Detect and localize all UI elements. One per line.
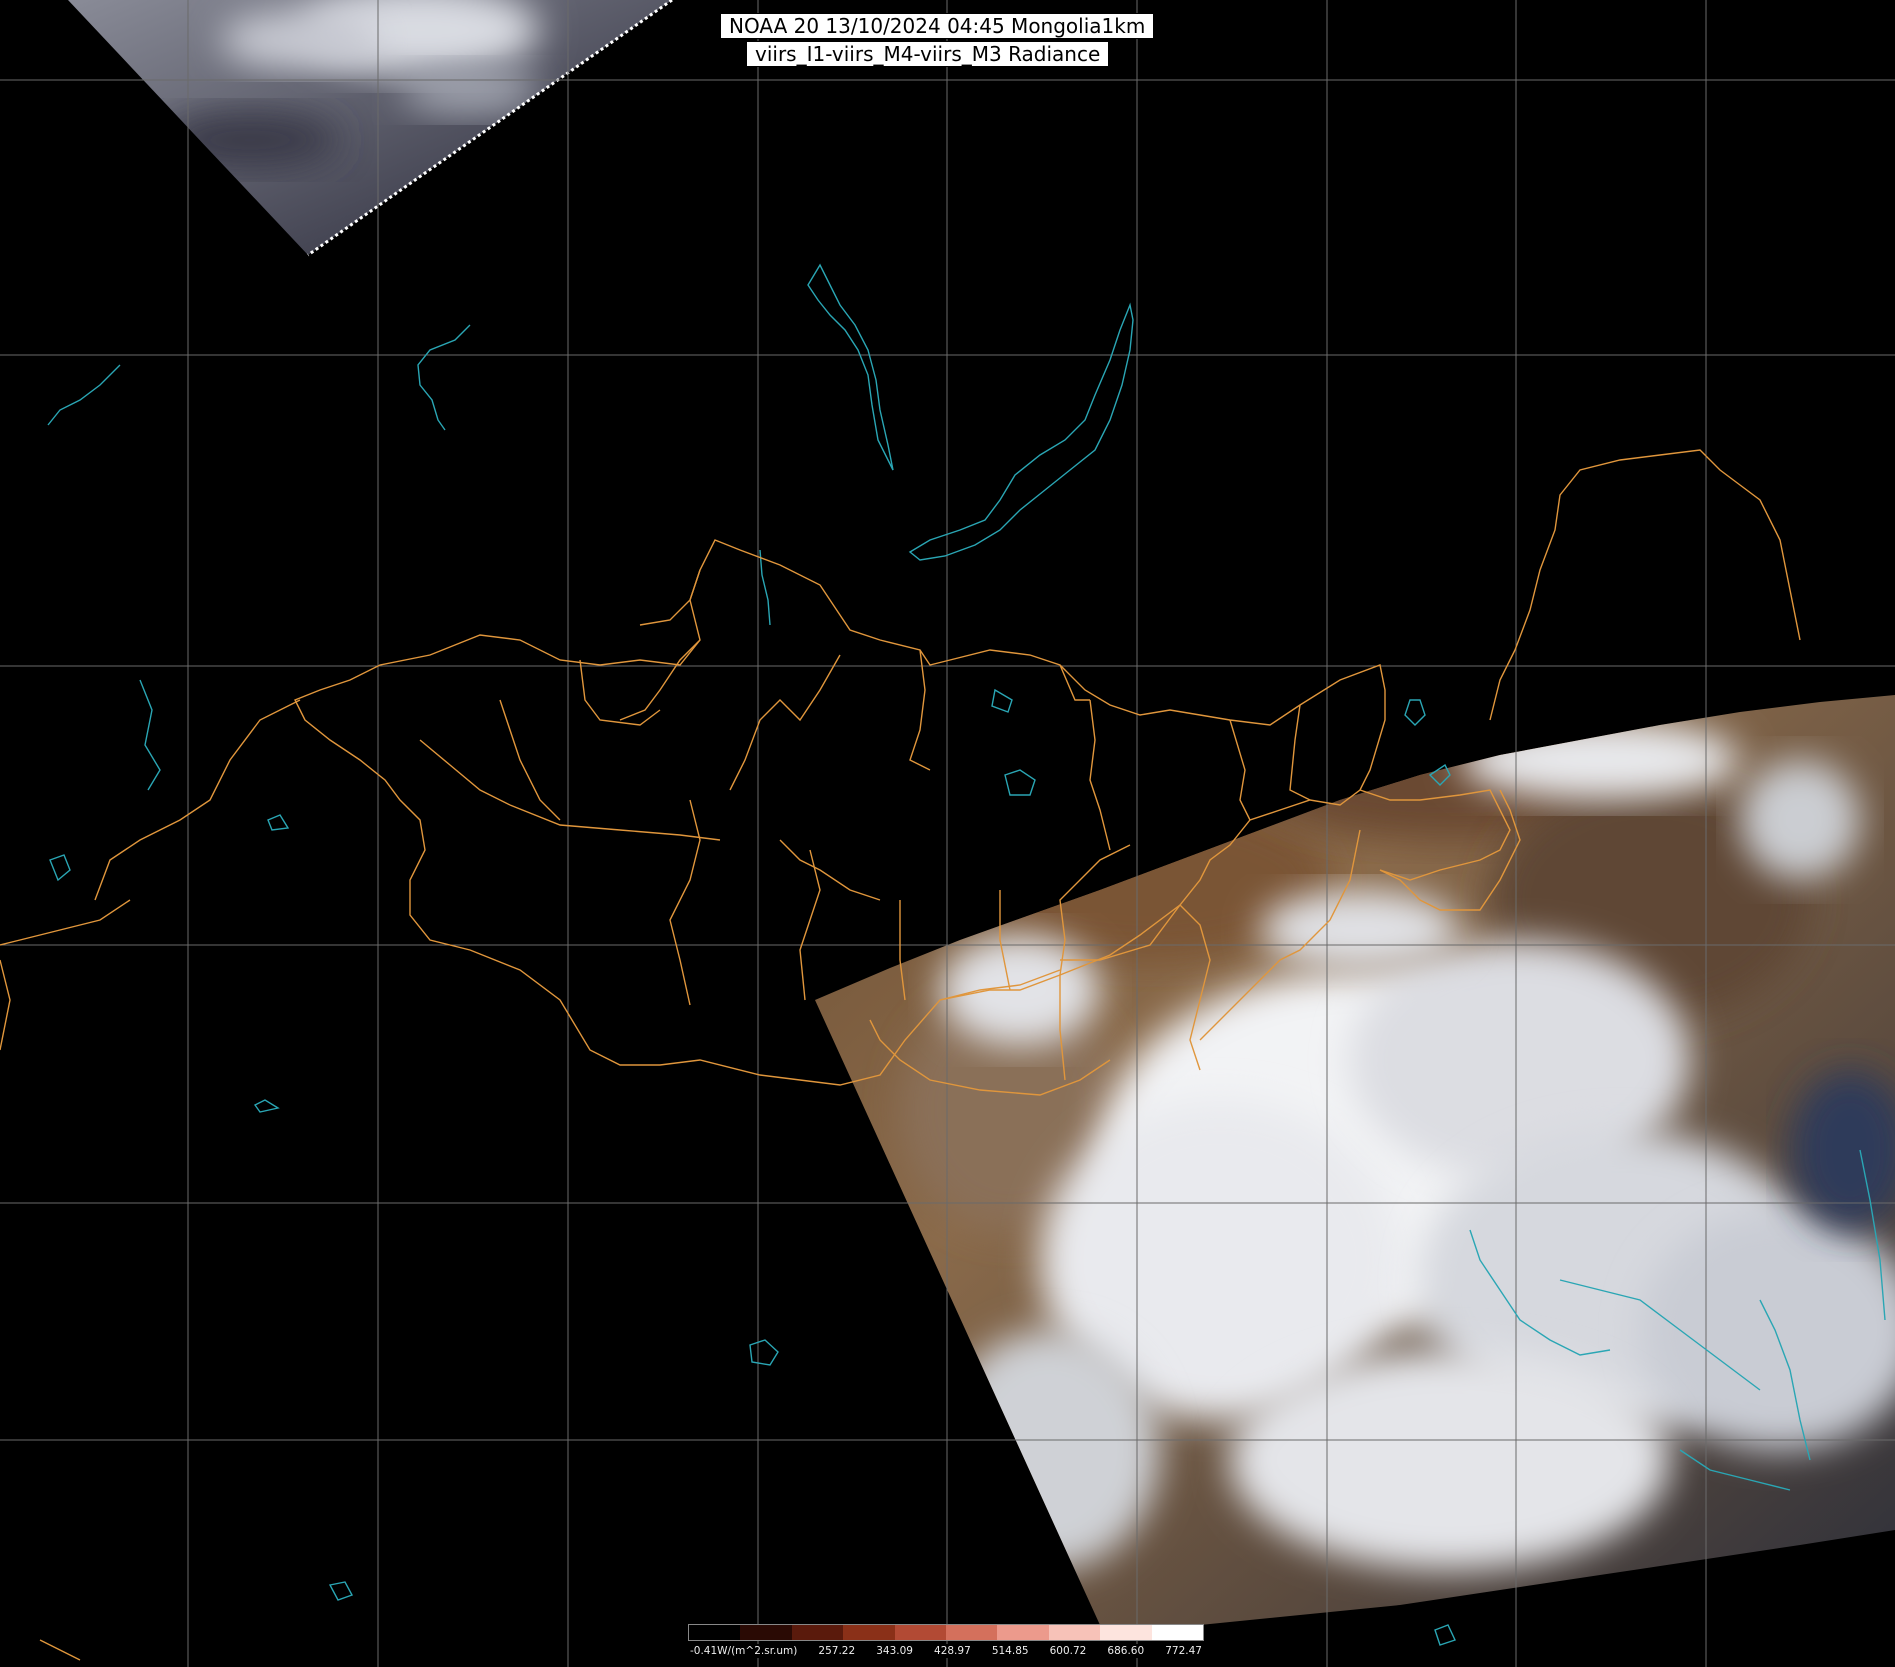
title-line-2: viirs_I1-viirs_M4-viirs_M3 Radiance — [746, 41, 1110, 67]
legend-label: 772.47 — [1165, 1645, 1202, 1657]
legend-swatch — [1100, 1625, 1152, 1640]
top-swath — [68, 0, 672, 255]
legend-swatch — [1048, 1625, 1101, 1640]
legend-label: -0.41W/(m^2.sr.um) — [690, 1645, 798, 1657]
legend-swatch — [997, 1625, 1049, 1640]
legend-labels: -0.41W/(m^2.sr.um) 257.22 343.09 428.97 … — [688, 1644, 1204, 1658]
legend-label: 257.22 — [818, 1645, 856, 1657]
legend-swatch — [689, 1625, 741, 1640]
legend-swatch — [894, 1625, 947, 1640]
legend-color-bar — [688, 1624, 1204, 1641]
legend-label: 686.60 — [1107, 1645, 1145, 1657]
legend-label: 514.85 — [991, 1645, 1029, 1657]
color-legend: -0.41W/(m^2.sr.um) 257.22 343.09 428.97 … — [688, 1624, 1204, 1667]
legend-label: 600.72 — [1049, 1645, 1087, 1657]
legend-swatch — [791, 1625, 844, 1640]
legend-swatch — [946, 1625, 998, 1640]
legend-swatch — [740, 1625, 792, 1640]
legend-label: 428.97 — [934, 1645, 971, 1657]
legend-swatch — [843, 1625, 895, 1640]
legend-label: 343.09 — [876, 1645, 913, 1657]
legend-swatch — [1151, 1625, 1204, 1640]
satellite-map — [0, 0, 1895, 1667]
main-swath — [815, 695, 1895, 1625]
title-line-1: NOAA 20 13/10/2024 04:45 Mongolia1km — [720, 13, 1155, 39]
